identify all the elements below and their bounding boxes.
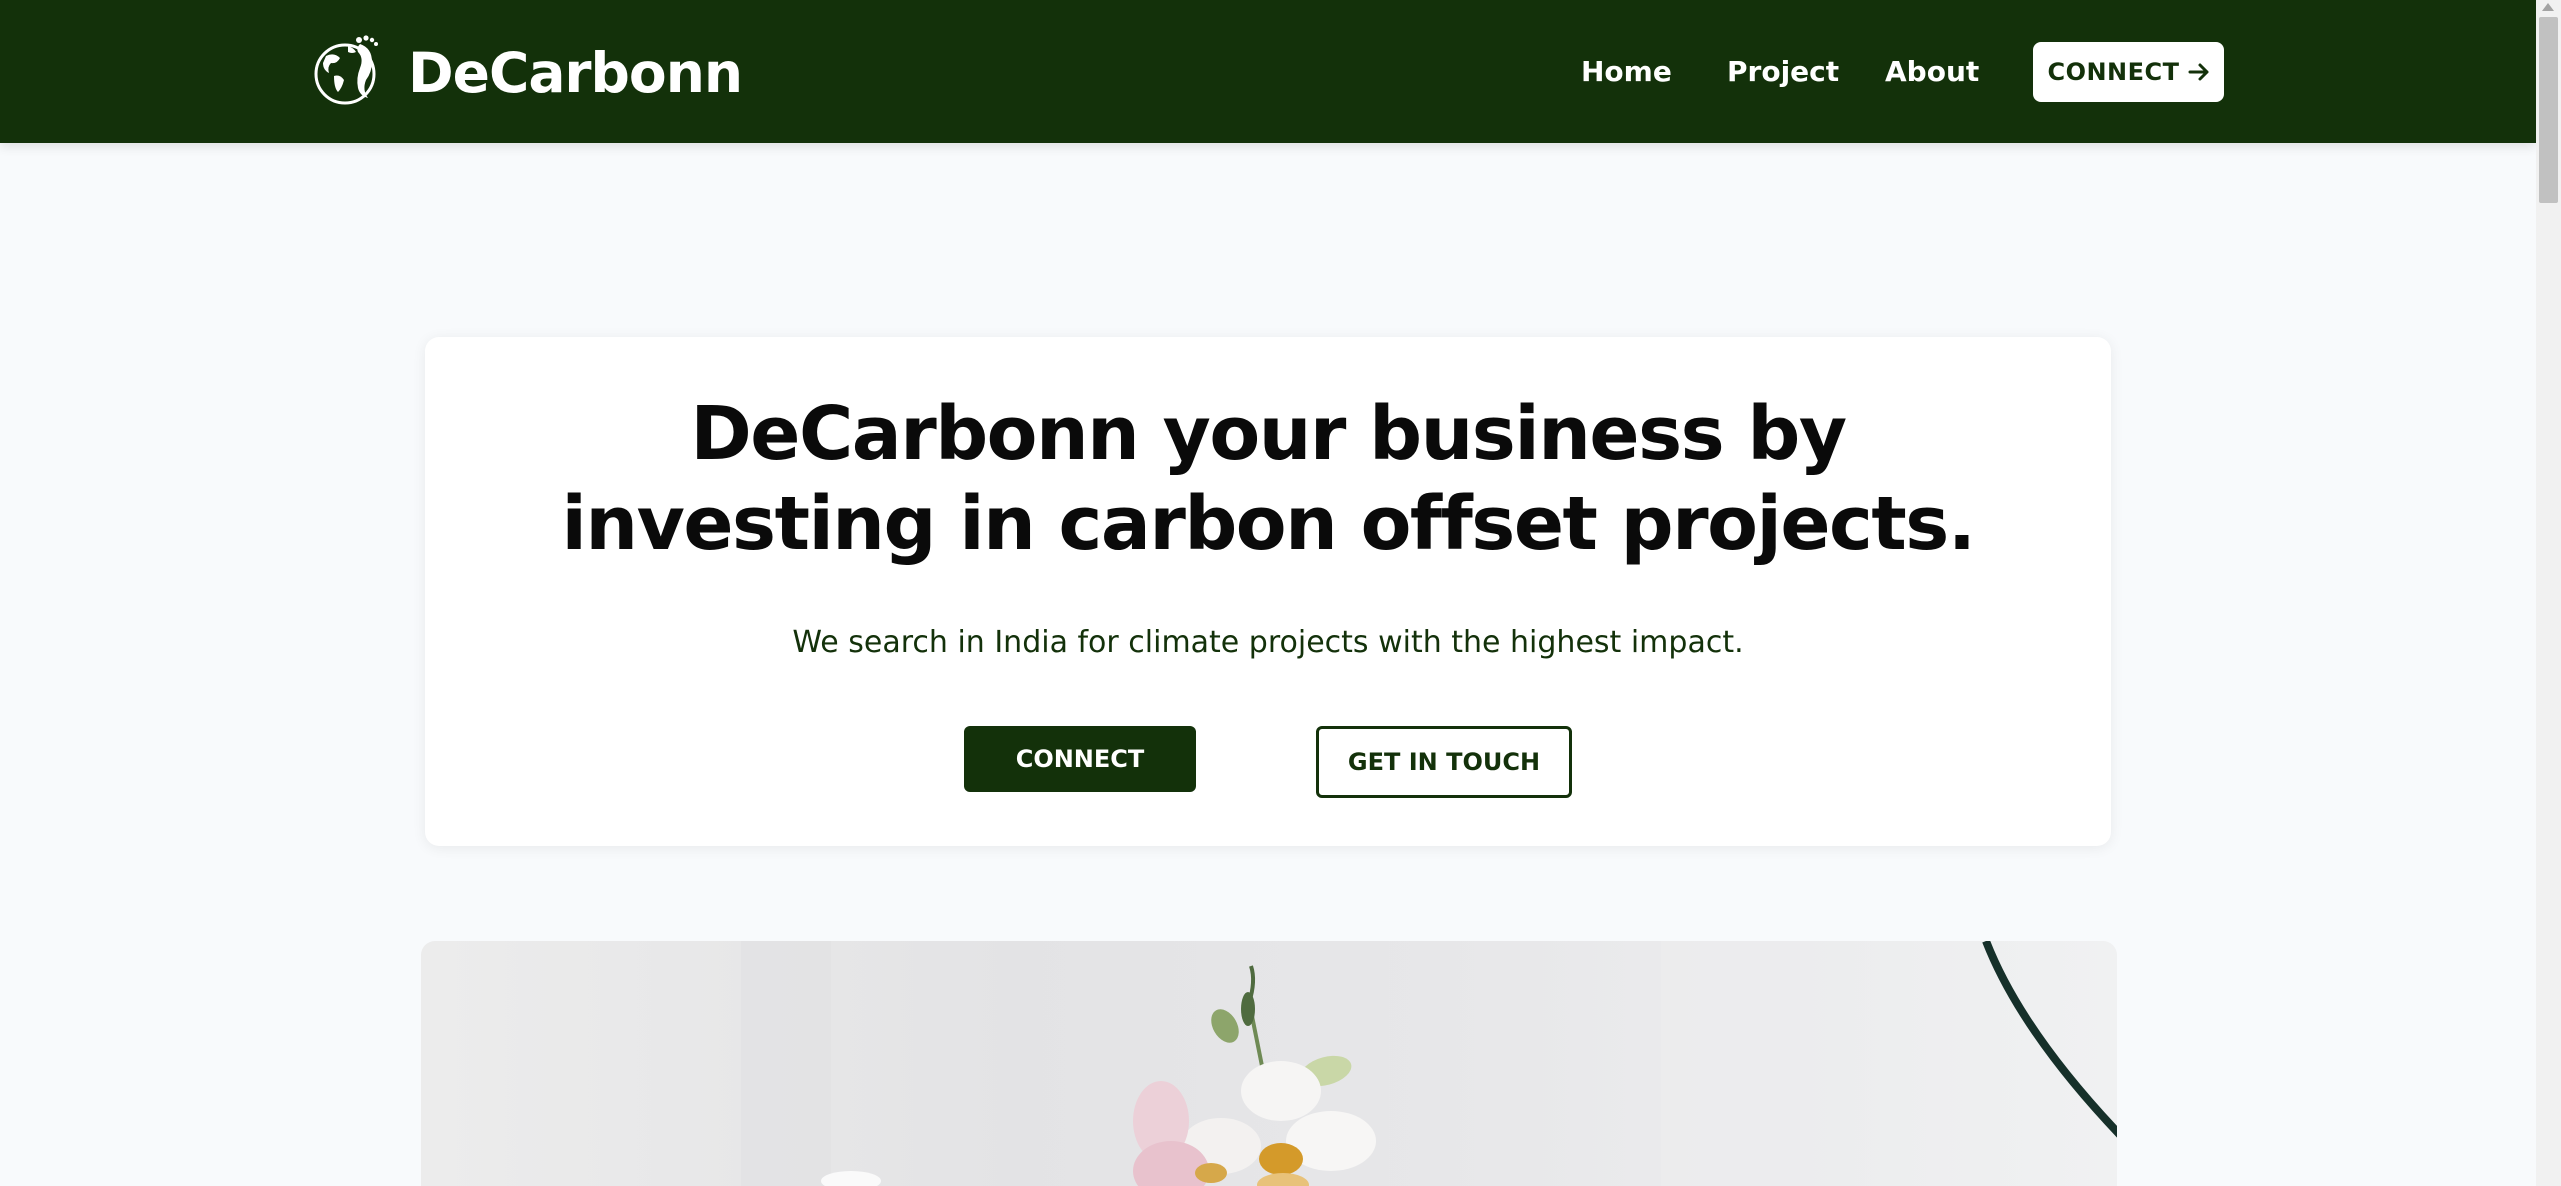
orchid-flower-photo — [741, 941, 2117, 1186]
hero-image — [421, 941, 2117, 1186]
nav-connect-label: CONNECT — [2047, 58, 2180, 86]
nav-link-home[interactable]: Home — [1581, 52, 1672, 92]
scroll-up-arrow-icon[interactable] — [2542, 3, 2554, 11]
earth-footprint-icon[interactable] — [314, 34, 380, 110]
arrow-right-icon — [2188, 63, 2209, 81]
hero-card: DeCarbonn your business by investing in … — [425, 337, 2111, 846]
nav-link-about[interactable]: About — [1885, 52, 1979, 92]
nav-connect-button[interactable]: CONNECT — [2033, 42, 2224, 102]
brand-name[interactable]: DeCarbonn — [408, 38, 743, 108]
nav-link-project[interactable]: Project — [1727, 52, 1839, 92]
navbar: DeCarbonn Home Project About CONNECT — [0, 0, 2536, 143]
hero-connect-button[interactable]: CONNECT — [964, 726, 1196, 792]
hero-title-line1: DeCarbonn your business by — [690, 391, 1847, 477]
scrollbar-thumb[interactable] — [2539, 17, 2558, 203]
hero-subtitle: We search in India for climate projects … — [792, 625, 1744, 660]
get-in-touch-button[interactable]: GET IN TOUCH — [1316, 726, 1572, 798]
hero-title-line2: investing in carbon offset projects. — [561, 481, 1976, 567]
hero-title: DeCarbonn your business by investing in … — [425, 389, 2111, 569]
